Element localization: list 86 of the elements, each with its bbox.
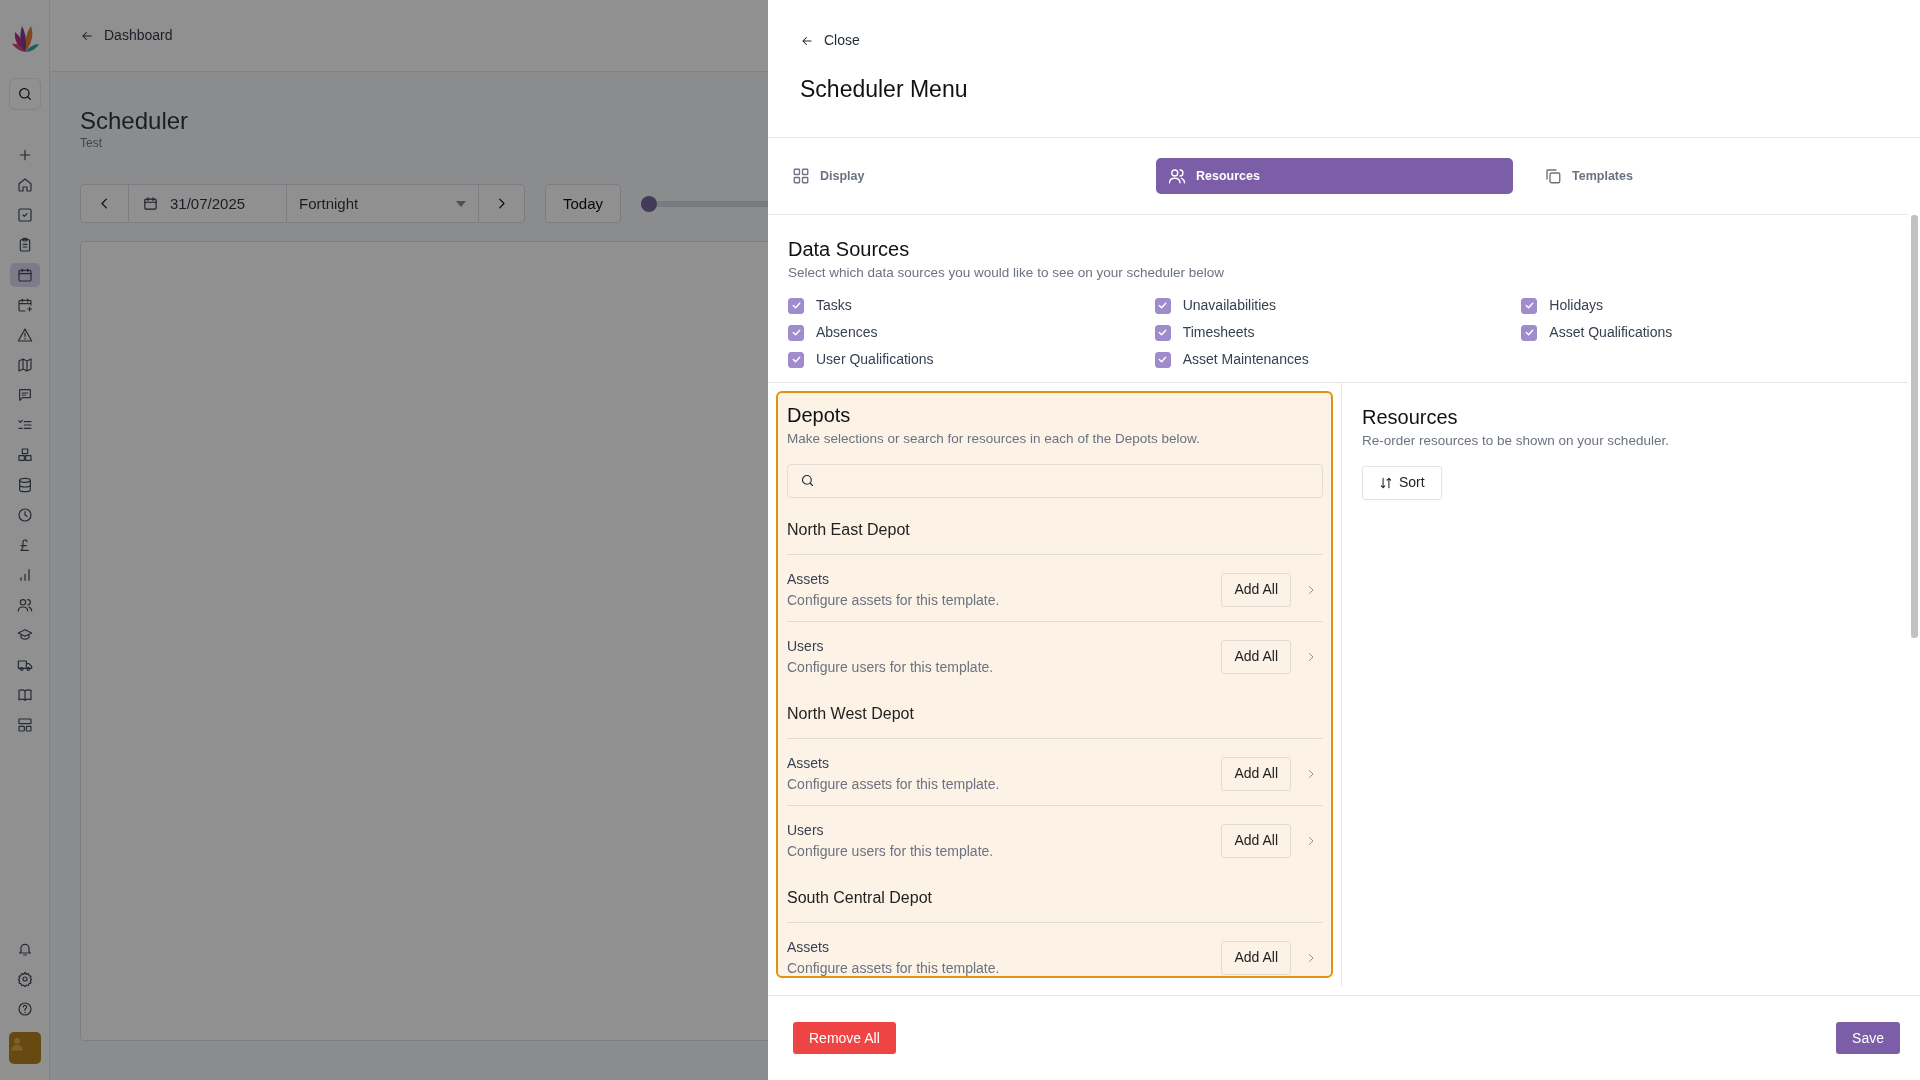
checkbox-label: Absences — [816, 323, 878, 343]
checkbox[interactable] — [788, 324, 804, 341]
add-all-button[interactable]: Add All — [1221, 823, 1291, 858]
depot-name: South Central Depot — [787, 885, 1323, 923]
date-field[interactable]: 31/07/2025 — [129, 185, 287, 223]
back-link[interactable]: Dashboard — [80, 25, 173, 46]
checkbox-label: Timesheets — [1182, 323, 1255, 343]
section-title: Resources — [1362, 405, 1459, 430]
section-description: Re-order resources to be shown on your scheduler. — [1362, 432, 1670, 451]
checkbox[interactable] — [1154, 351, 1171, 368]
help-icon — [16, 1001, 33, 1017]
checkbox-label: Tasks — [816, 296, 852, 316]
copy-icon — [1544, 167, 1562, 186]
checkbox-label: Unavailabilities — [1182, 296, 1277, 316]
resource-label: Assets — [787, 937, 830, 957]
sidebar-item[interactable] — [9, 263, 40, 287]
sort-button[interactable]: Sort — [1362, 465, 1442, 500]
layout-icon — [16, 717, 33, 733]
truck-icon — [16, 657, 33, 673]
resource-description: Configure users for this template. — [787, 841, 995, 861]
section-description: Make selections or search for resources in each of the Depots below. — [787, 430, 1201, 449]
range-select[interactable]: Fortnight — [287, 185, 479, 223]
resource-description: Configure assets for this template. — [787, 774, 1001, 794]
clock-icon — [16, 507, 33, 523]
tab[interactable]: Resources — [1156, 158, 1513, 195]
search-button[interactable] — [8, 78, 41, 110]
checkbox[interactable] — [788, 351, 804, 368]
resource-label: Assets — [787, 569, 830, 589]
chat-icon — [16, 387, 33, 403]
caret-icon — [456, 200, 466, 207]
grid-icon — [792, 167, 810, 186]
checkbox[interactable] — [1154, 324, 1171, 341]
slider-thumb[interactable] — [641, 195, 658, 212]
calendar-icon — [16, 267, 33, 283]
search-icon — [800, 473, 815, 489]
bell-icon — [16, 941, 33, 957]
calendar-plus-icon — [16, 297, 33, 313]
checkbox[interactable] — [1521, 324, 1538, 341]
checkbox-label: Holidays — [1549, 296, 1604, 316]
tab[interactable]: Display — [780, 158, 1137, 195]
section-description: Select which data sources you would like to see on your scheduler below — [788, 264, 1225, 283]
section-title: Data Sources — [788, 237, 911, 262]
tab[interactable]: Templates — [1532, 158, 1889, 195]
close-link[interactable]: Close — [800, 30, 860, 51]
checkbox[interactable] — [1521, 297, 1538, 314]
section-title: Depots — [787, 403, 852, 428]
graduation-cap-icon — [16, 627, 33, 643]
users-icon — [1168, 167, 1186, 186]
users-icon — [16, 597, 33, 613]
checkbox-label: Asset Maintenances — [1182, 350, 1309, 370]
resource-label: Assets — [787, 753, 830, 773]
book-icon — [16, 687, 33, 703]
search-icon — [16, 86, 33, 102]
resource-description: Configure assets for this template. — [787, 590, 1001, 610]
search-field[interactable] — [787, 463, 1323, 498]
checkbox-label: Asset Qualifications — [1549, 323, 1673, 343]
resource-description: Configure assets for this template. — [787, 958, 1001, 977]
boxes-icon — [16, 447, 33, 463]
settings-icon — [16, 971, 33, 987]
scrollbar[interactable] — [1911, 215, 1918, 639]
remove-all-button[interactable]: Remove All — [793, 1022, 896, 1054]
checkbox[interactable] — [1154, 297, 1171, 314]
add-all-button[interactable]: Add All — [1221, 639, 1291, 674]
checkbox[interactable] — [788, 297, 804, 314]
save-button[interactable]: Save — [1836, 1022, 1900, 1054]
map-icon — [16, 357, 33, 373]
home-icon — [16, 177, 33, 193]
checkbox-label: User Qualifications — [816, 350, 934, 370]
checkbox-icon — [16, 207, 33, 223]
page-title: Scheduler — [80, 108, 190, 135]
add-all-button[interactable]: Add All — [1221, 756, 1291, 791]
depot-name: North West Depot — [787, 701, 1323, 739]
resource-description: Configure users for this template. — [787, 657, 995, 677]
sort-icon — [1379, 475, 1393, 490]
database-icon — [16, 477, 33, 493]
resource-label: Users — [787, 820, 825, 840]
avatar[interactable] — [8, 1032, 41, 1064]
add-all-button[interactable]: Add All — [1221, 940, 1291, 975]
warning-icon — [16, 327, 33, 343]
add-all-button[interactable]: Add All — [1221, 572, 1291, 607]
today-button[interactable]: Today — [545, 184, 622, 224]
resource-label: Users — [787, 636, 825, 656]
calendar-icon — [143, 196, 158, 212]
panel-title: Scheduler Menu — [800, 75, 969, 104]
depot-name: North East Depot — [787, 517, 1323, 555]
page-subtitle: Test — [80, 135, 103, 153]
